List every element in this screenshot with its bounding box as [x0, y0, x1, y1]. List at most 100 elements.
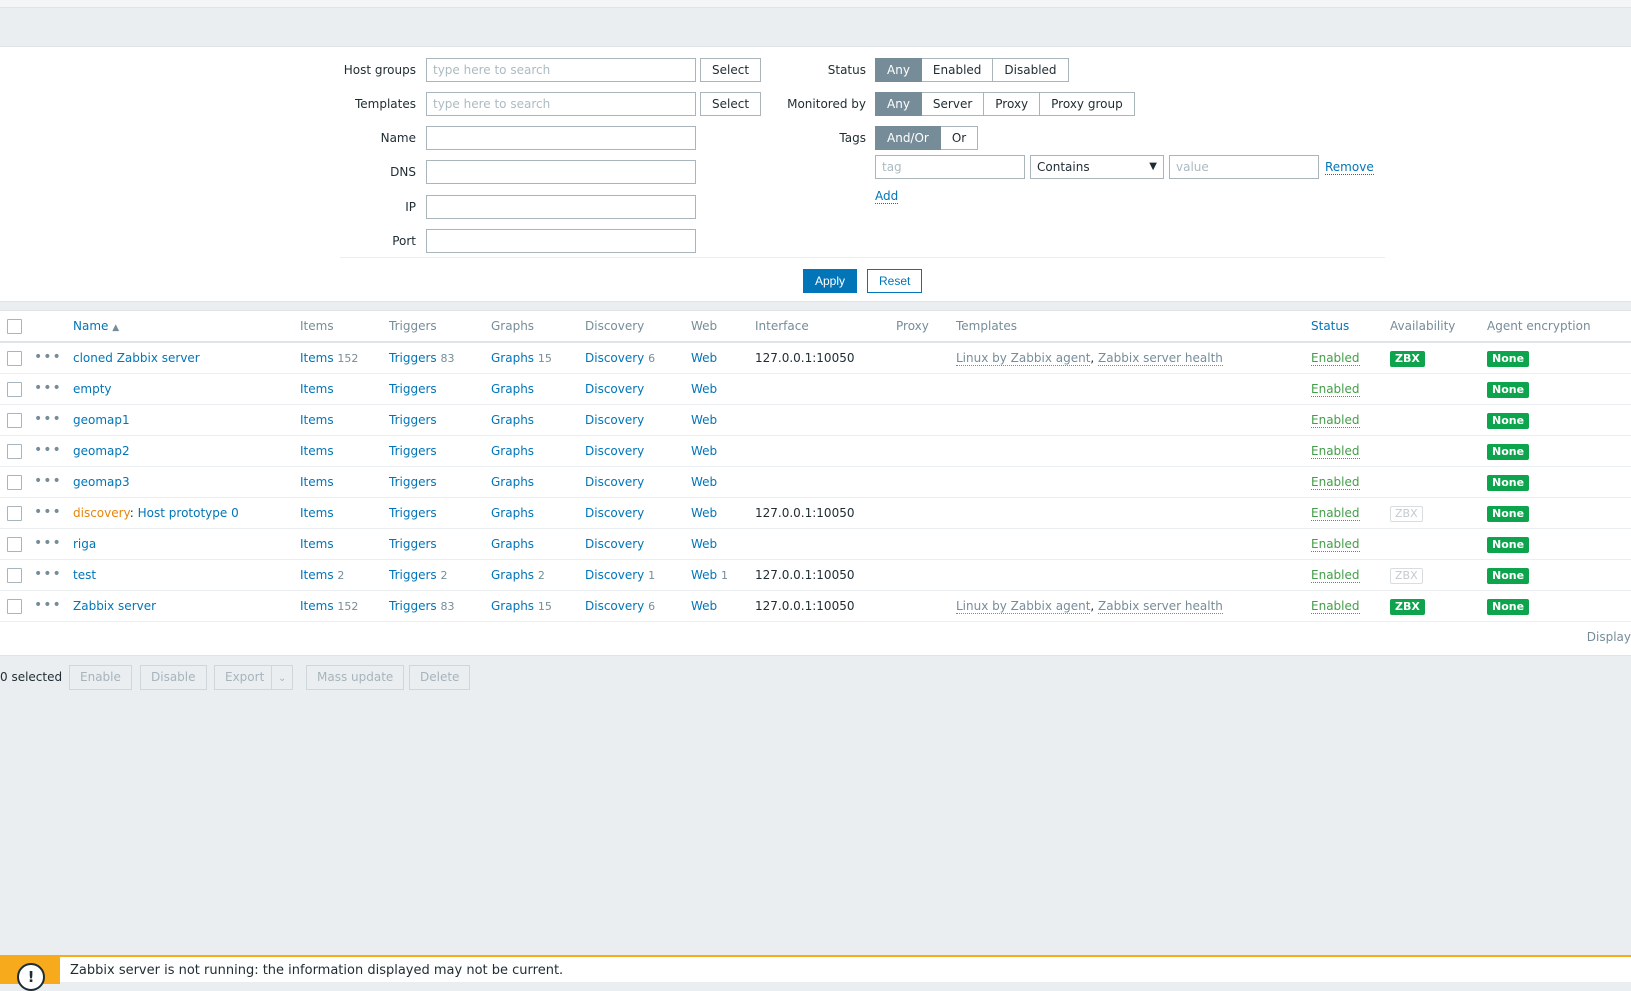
web-link[interactable]: Web [691, 568, 717, 582]
mass-update-button[interactable]: Mass update [306, 665, 405, 690]
discovery-link[interactable]: Discovery [585, 537, 644, 551]
web-link[interactable]: Web [691, 506, 717, 520]
export-dropdown-button[interactable]: ⌄ [271, 665, 294, 690]
remove-tag-link[interactable]: Remove [1325, 160, 1374, 175]
row-checkbox[interactable] [7, 537, 22, 552]
monitored-option-proxy-group[interactable]: Proxy group [1040, 92, 1135, 116]
items-link[interactable]: Items [300, 382, 334, 396]
more-actions-icon[interactable]: ••• [34, 591, 62, 619]
items-link[interactable]: Items [300, 475, 334, 489]
availability-badge[interactable]: ZBX [1390, 350, 1425, 367]
status-toggle-link[interactable]: Enabled [1311, 413, 1360, 428]
triggers-link[interactable]: Triggers [389, 568, 437, 582]
status-option-enabled[interactable]: Enabled [921, 58, 994, 82]
more-actions-icon[interactable]: ••• [34, 374, 62, 402]
graphs-link[interactable]: Graphs [491, 382, 534, 396]
discovery-link[interactable]: Discovery [585, 599, 644, 613]
web-link[interactable]: Web [691, 537, 717, 551]
web-link[interactable]: Web [691, 382, 717, 396]
add-tag-link[interactable]: Add [875, 189, 899, 204]
more-actions-icon[interactable]: ••• [34, 529, 62, 557]
discovery-link[interactable]: Discovery [585, 444, 644, 458]
items-link[interactable]: Items [300, 537, 334, 551]
host-name-link[interactable]: riga [73, 537, 96, 551]
reset-button[interactable]: Reset [867, 269, 923, 293]
select-all-checkbox[interactable] [7, 319, 22, 334]
items-link[interactable]: Items [300, 413, 334, 427]
header-name[interactable]: Name ▲ [73, 311, 119, 343]
ip-input[interactable] [426, 195, 696, 219]
graphs-link[interactable]: Graphs [491, 444, 534, 458]
discovery-link[interactable]: Discovery [585, 475, 644, 489]
more-actions-icon[interactable]: ••• [34, 498, 62, 526]
host-name-link[interactable]: Zabbix server [73, 599, 156, 613]
items-link[interactable]: Items [300, 506, 334, 520]
web-link[interactable]: Web [691, 413, 717, 427]
status-toggle-link[interactable]: Enabled [1311, 382, 1360, 397]
name-input[interactable] [426, 126, 696, 150]
monitored-option-proxy[interactable]: Proxy [984, 92, 1041, 116]
graphs-link[interactable]: Graphs [491, 599, 534, 613]
host-name-link[interactable]: test [73, 568, 96, 582]
more-actions-icon[interactable]: ••• [34, 405, 62, 433]
more-actions-icon[interactable]: ••• [34, 436, 62, 464]
web-link[interactable]: Web [691, 475, 717, 489]
status-toggle-link[interactable]: Enabled [1311, 599, 1360, 614]
host-groups-select-button[interactable]: Select [700, 58, 762, 82]
host-name-link[interactable]: geomap2 [73, 444, 130, 458]
status-toggle-link[interactable]: Enabled [1311, 506, 1360, 521]
port-input[interactable] [426, 229, 696, 253]
delete-button[interactable]: Delete [409, 665, 471, 690]
triggers-link[interactable]: Triggers [389, 351, 437, 365]
tags-option-or[interactable]: Or [940, 126, 979, 150]
row-checkbox[interactable] [7, 351, 22, 366]
items-link[interactable]: Items [300, 444, 334, 458]
row-checkbox[interactable] [7, 475, 22, 490]
templates-select-button[interactable]: Select [700, 92, 762, 116]
host-name-link[interactable]: cloned Zabbix server [73, 351, 200, 365]
graphs-link[interactable]: Graphs [491, 568, 534, 582]
row-checkbox[interactable] [7, 568, 22, 583]
header-status[interactable]: Status [1311, 311, 1349, 341]
graphs-link[interactable]: Graphs [491, 413, 534, 427]
host-name-link[interactable]: geomap1 [73, 413, 130, 427]
enable-button[interactable]: Enable [69, 665, 132, 690]
monitored-option-any[interactable]: Any [875, 92, 922, 116]
row-checkbox[interactable] [7, 599, 22, 614]
triggers-link[interactable]: Triggers [389, 475, 437, 489]
disable-button[interactable]: Disable [140, 665, 207, 690]
discovery-link[interactable]: Discovery [585, 506, 644, 520]
monitored-option-server[interactable]: Server [921, 92, 985, 116]
triggers-link[interactable]: Triggers [389, 506, 437, 520]
tag-input[interactable] [875, 155, 1025, 179]
availability-badge[interactable]: ZBX [1390, 505, 1423, 522]
dns-input[interactable] [426, 160, 696, 184]
graphs-link[interactable]: Graphs [491, 351, 534, 365]
status-toggle-link[interactable]: Enabled [1311, 568, 1360, 583]
graphs-link[interactable]: Graphs [491, 475, 534, 489]
status-toggle-link[interactable]: Enabled [1311, 444, 1360, 459]
web-link[interactable]: Web [691, 599, 717, 613]
row-checkbox[interactable] [7, 506, 22, 521]
triggers-link[interactable]: Triggers [389, 599, 437, 613]
host-name-link[interactable]: Host prototype 0 [138, 506, 239, 520]
discovery-link[interactable]: Discovery [585, 351, 644, 365]
templates-input[interactable] [426, 92, 696, 116]
discovery-link[interactable]: Discovery [585, 568, 644, 582]
more-actions-icon[interactable]: ••• [34, 560, 62, 588]
items-link[interactable]: Items [300, 568, 334, 582]
graphs-link[interactable]: Graphs [491, 537, 534, 551]
export-button[interactable]: Export [214, 665, 276, 690]
tag-operator-select[interactable]: Contains ▼ [1030, 155, 1164, 179]
web-link[interactable]: Web [691, 351, 717, 365]
more-actions-icon[interactable]: ••• [34, 467, 62, 495]
row-checkbox[interactable] [7, 444, 22, 459]
items-link[interactable]: Items [300, 351, 334, 365]
template-link[interactable]: Zabbix server health [1098, 351, 1223, 366]
status-toggle-link[interactable]: Enabled [1311, 351, 1360, 366]
triggers-link[interactable]: Triggers [389, 444, 437, 458]
triggers-link[interactable]: Triggers [389, 382, 437, 396]
status-option-disabled[interactable]: Disabled [993, 58, 1069, 82]
apply-button[interactable]: Apply [803, 269, 858, 293]
tag-value-input[interactable] [1169, 155, 1319, 179]
